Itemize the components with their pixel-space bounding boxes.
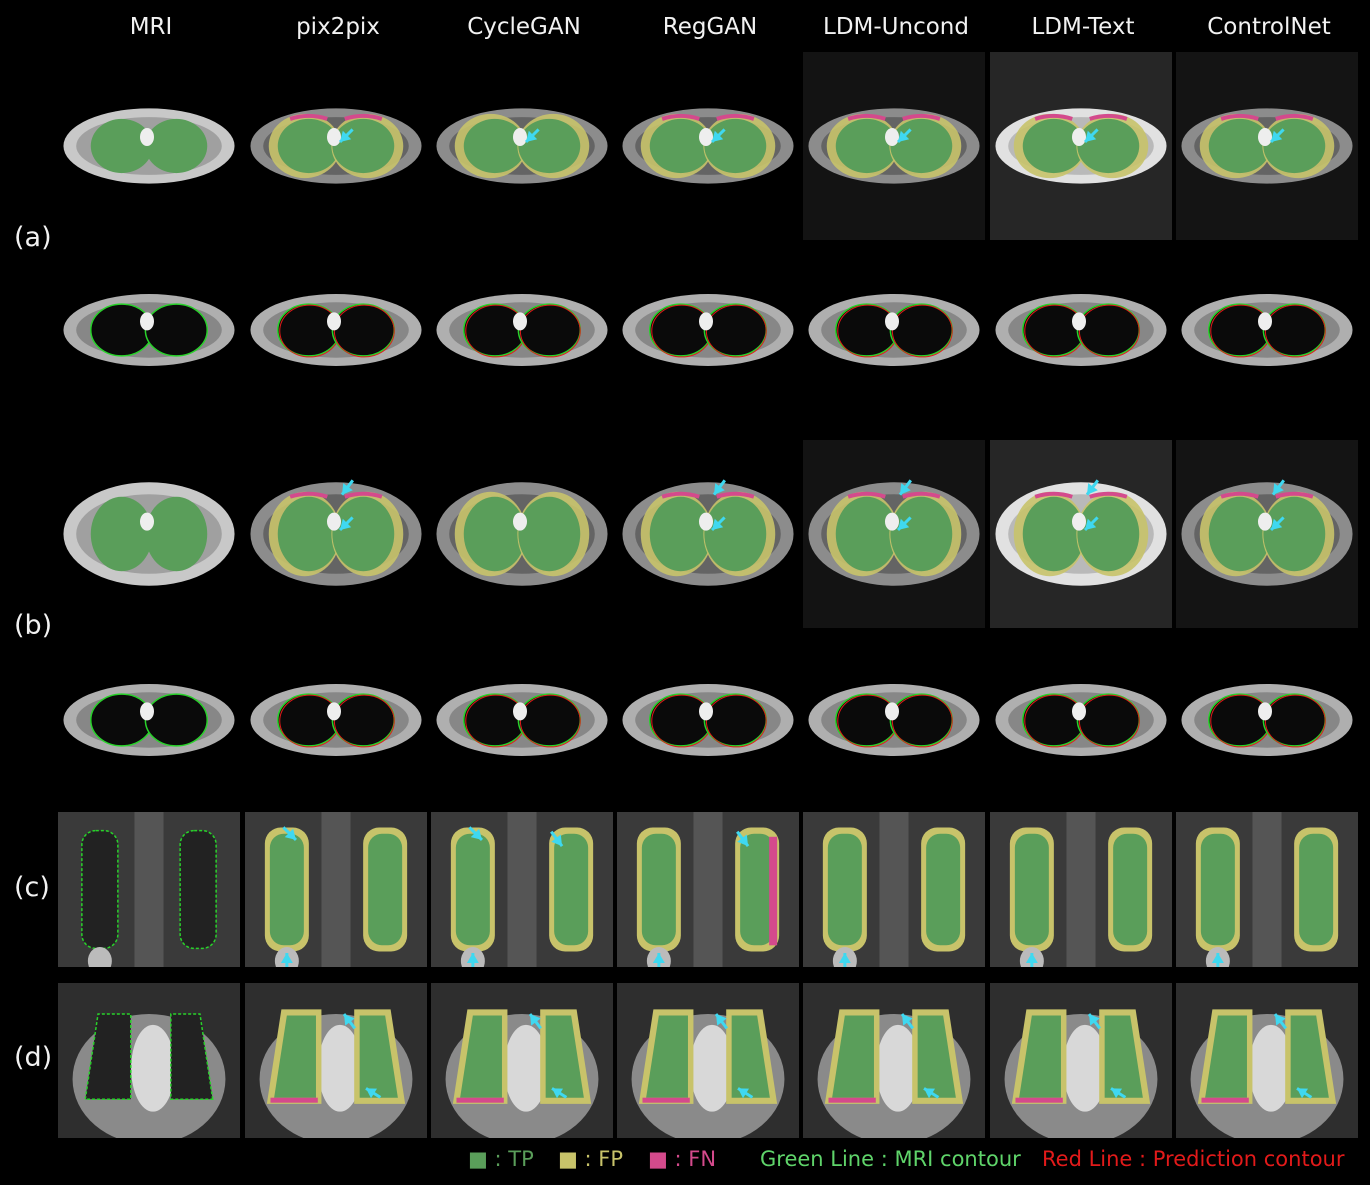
image-a-con-col0 <box>58 280 240 380</box>
image-a-seg-col0 <box>58 52 240 240</box>
image-a-con-col5 <box>990 280 1172 380</box>
image-c-col1 <box>245 812 427 967</box>
image-c-col3 <box>617 812 799 967</box>
image-b-con-col1 <box>245 670 427 770</box>
image-a-seg-col2 <box>431 52 613 240</box>
row-label-d: (d) <box>14 1042 53 1073</box>
image-b-seg-col6 <box>1176 440 1358 628</box>
image-d-col4 <box>803 983 985 1138</box>
image-d-col0 <box>58 983 240 1138</box>
column-header-pix2pix: pix2pix <box>296 14 380 40</box>
image-b-con-col0 <box>58 670 240 770</box>
image-a-con-col3 <box>617 280 799 380</box>
legend-tp-label: ■ : TP <box>468 1147 534 1171</box>
image-b-con-col4 <box>803 670 985 770</box>
image-b-seg-col4 <box>803 440 985 628</box>
image-d-col2 <box>431 983 613 1138</box>
column-header-cyclegan: CycleGAN <box>467 14 581 40</box>
image-a-seg-col5 <box>990 52 1172 240</box>
legend-tp: ■ : TP <box>468 1144 534 1174</box>
image-d-col6 <box>1176 983 1358 1138</box>
image-b-con-col6 <box>1176 670 1358 770</box>
image-a-con-col6 <box>1176 280 1358 380</box>
image-b-seg-col5 <box>990 440 1172 628</box>
image-c-col5 <box>990 812 1172 967</box>
image-b-seg-col3 <box>617 440 799 628</box>
image-c-col4 <box>803 812 985 967</box>
image-b-con-col5 <box>990 670 1172 770</box>
image-b-con-col2 <box>431 670 613 770</box>
column-header-reggan: RegGAN <box>662 14 758 40</box>
legend-fp-label: ■ : FP <box>558 1147 624 1171</box>
image-a-seg-col6 <box>1176 52 1358 240</box>
image-b-con-col3 <box>617 670 799 770</box>
column-header-ldm-uncond: LDM-Uncond <box>823 14 969 40</box>
figure: MRI pix2pix CycleGAN RegGAN LDM-Uncond L… <box>0 0 1370 1185</box>
row-label-a: (a) <box>14 222 52 253</box>
image-d-col5 <box>990 983 1172 1138</box>
image-a-con-col1 <box>245 280 427 380</box>
image-b-seg-col2 <box>431 440 613 628</box>
column-header-mri: MRI <box>129 14 173 40</box>
image-b-seg-col1 <box>245 440 427 628</box>
image-a-seg-col1 <box>245 52 427 240</box>
image-c-col2 <box>431 812 613 967</box>
legend-green-line: Green Line : MRI contour <box>760 1147 1021 1171</box>
column-header-controlnet: ControlNet <box>1207 14 1331 40</box>
image-b-seg-col0 <box>58 440 240 628</box>
image-c-col0 <box>58 812 240 967</box>
row-label-b: (b) <box>14 610 53 641</box>
image-c-col6 <box>1176 812 1358 967</box>
legend-red-line: Red Line : Prediction contour <box>1042 1147 1345 1171</box>
image-a-seg-col3 <box>617 52 799 240</box>
image-d-col3 <box>617 983 799 1138</box>
image-a-con-col2 <box>431 280 613 380</box>
image-a-con-col4 <box>803 280 985 380</box>
image-d-col1 <box>245 983 427 1138</box>
row-label-c: (c) <box>14 872 50 903</box>
legend-fp: ■ : FP <box>558 1144 623 1174</box>
legend-fn: ■ : FN <box>648 1144 716 1174</box>
image-a-seg-col4 <box>803 52 985 240</box>
legend-fn-label: ■ : FN <box>648 1147 717 1171</box>
column-header-ldm-text: LDM-Text <box>1031 14 1135 40</box>
